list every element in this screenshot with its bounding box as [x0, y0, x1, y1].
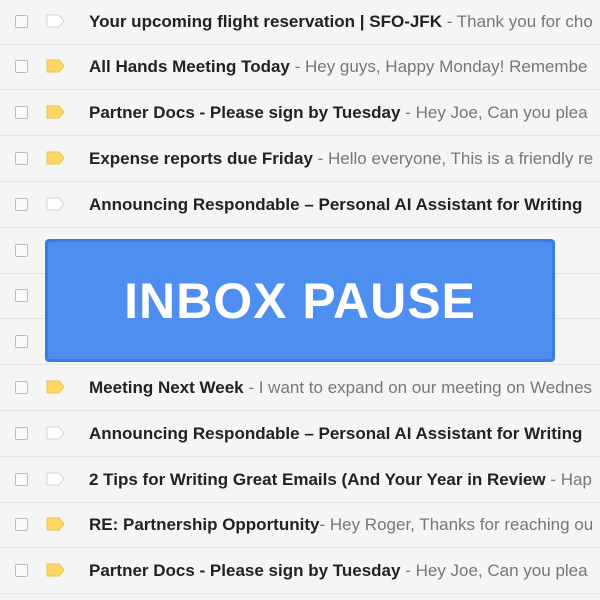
select-checkbox[interactable] — [15, 289, 28, 302]
select-checkbox[interactable] — [15, 427, 28, 440]
select-checkbox[interactable] — [15, 106, 28, 119]
email-summary: Your upcoming flight reservation | SFO-J… — [89, 0, 593, 44]
email-summary: All Hands Meeting Today - Hey guys, Happ… — [89, 45, 588, 89]
important-marker-icon[interactable] — [46, 380, 66, 394]
email-subject: Meeting Next Week — [89, 378, 244, 397]
select-checkbox[interactable] — [15, 564, 28, 577]
email-snippet: - I want to expand on our meeting on Wed… — [243, 378, 593, 397]
select-checkbox[interactable] — [15, 152, 28, 165]
email-summary: Partner Docs - Please sign by Tuesday - … — [89, 91, 588, 135]
important-marker-empty-icon[interactable] — [46, 14, 66, 28]
select-checkbox[interactable] — [15, 60, 28, 73]
email-summary: Partner Docs - Please sign by Tuesday - … — [89, 549, 588, 593]
important-marker-icon[interactable] — [46, 151, 66, 165]
email-subject: Announcing Respondable – Personal AI Ass… — [89, 424, 583, 443]
email-subject: Partner Docs - Please sign by Tuesday — [89, 561, 401, 580]
email-summary: 2 Tips for Writing Great Emails (And You… — [89, 458, 592, 502]
email-row[interactable]: RE: Partnership Opportunity- Hey Roger, … — [0, 503, 600, 548]
email-snippet: - Hey Roger, Thanks for reaching ou — [319, 515, 594, 534]
email-row[interactable]: All Hands Meeting Today - Hey guys, Happ… — [0, 45, 600, 90]
email-row[interactable]: Your upcoming flight reservation | SFO-J… — [0, 0, 600, 45]
important-marker-empty-icon[interactable] — [46, 426, 66, 440]
email-subject: Expense reports due Friday — [89, 149, 313, 168]
email-summary: RE: Partnership Opportunity- Hey Roger, … — [89, 503, 593, 547]
select-checkbox[interactable] — [15, 473, 28, 486]
important-marker-icon[interactable] — [46, 563, 66, 577]
select-checkbox[interactable] — [15, 244, 28, 257]
email-row[interactable]: Partner Docs - Please sign by Tuesday - … — [0, 91, 600, 136]
email-row[interactable]: Meeting Next Week - I want to expand on … — [0, 366, 600, 411]
email-summary: Expense reports due Friday - Hello every… — [89, 137, 593, 181]
email-summary: Announcing Respondable – Personal AI Ass… — [89, 183, 582, 227]
important-marker-icon[interactable] — [46, 105, 66, 119]
inbox-pause-button[interactable]: INBOX PAUSE — [45, 239, 555, 362]
email-snippet: - Hey guys, Happy Monday! Remembe — [289, 57, 588, 76]
important-marker-empty-icon[interactable] — [46, 472, 66, 486]
email-row[interactable]: Expense reports due Friday - Hello every… — [0, 137, 600, 182]
select-checkbox[interactable] — [15, 15, 28, 28]
email-subject: Announcing Respondable – Personal AI Ass… — [89, 195, 583, 214]
email-snippet: - Hey Joe, Can you plea — [400, 103, 588, 122]
email-row[interactable]: Partner Docs - Please sign by Tuesday - … — [0, 549, 600, 594]
email-row[interactable]: 2 Tips for Writing Great Emails (And You… — [0, 458, 600, 503]
email-snippet: - Hey Joe, Can you plea — [400, 561, 588, 580]
email-row[interactable]: Announcing Respondable – Personal AI Ass… — [0, 412, 600, 457]
email-subject: RE: Partnership Opportunity — [89, 515, 320, 534]
email-subject: All Hands Meeting Today — [89, 57, 290, 76]
select-checkbox[interactable] — [15, 518, 28, 531]
email-row[interactable]: Announcing Respondable – Personal AI Ass… — [0, 183, 600, 228]
email-snippet: - Hello everyone, This is a friendly re — [312, 149, 594, 168]
important-marker-empty-icon[interactable] — [46, 197, 66, 211]
inbox-pause-label: INBOX PAUSE — [124, 272, 476, 329]
email-snippet: - Thank you for cho — [441, 12, 593, 31]
email-subject: 2 Tips for Writing Great Emails (And You… — [89, 470, 546, 489]
select-checkbox[interactable] — [15, 381, 28, 394]
email-summary: Meeting Next Week - I want to expand on … — [89, 366, 592, 410]
important-marker-icon[interactable] — [46, 59, 66, 73]
select-checkbox[interactable] — [15, 198, 28, 211]
email-subject: Your upcoming flight reservation | SFO-J… — [89, 12, 442, 31]
email-summary: Announcing Respondable – Personal AI Ass… — [89, 412, 582, 456]
important-marker-icon[interactable] — [46, 517, 66, 531]
email-subject: Partner Docs - Please sign by Tuesday — [89, 103, 401, 122]
select-checkbox[interactable] — [15, 335, 28, 348]
email-snippet: - Hap — [545, 470, 592, 489]
